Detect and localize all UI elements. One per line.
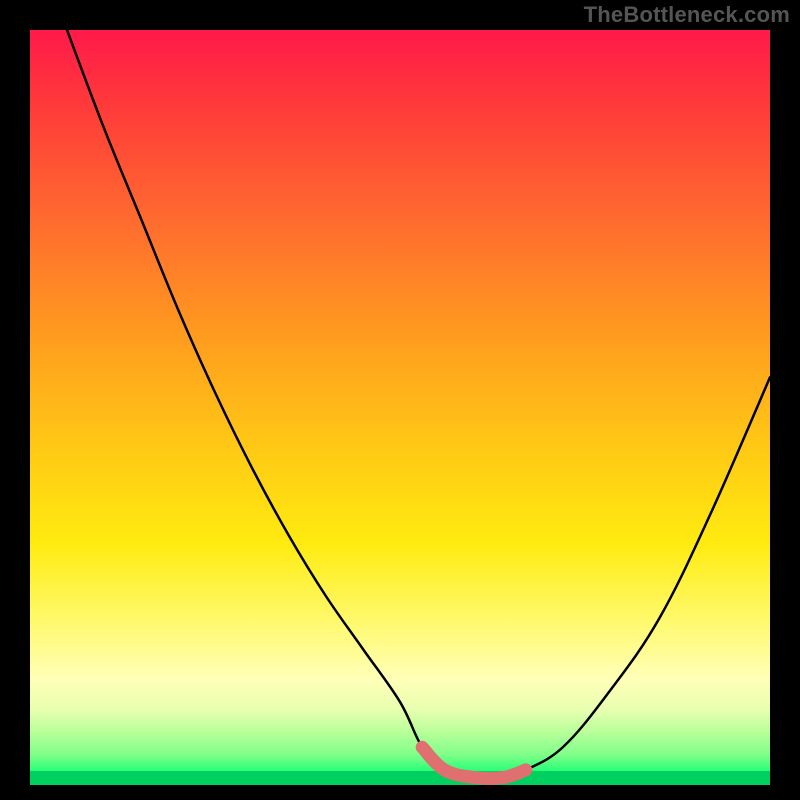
plot-area [30, 30, 770, 785]
curve-layer [30, 30, 770, 785]
bottleneck-curve-path [67, 30, 770, 778]
optimal-zone-highlight [422, 747, 526, 778]
chart-frame: TheBottleneck.com [0, 0, 800, 800]
watermark-text: TheBottleneck.com [584, 2, 790, 28]
